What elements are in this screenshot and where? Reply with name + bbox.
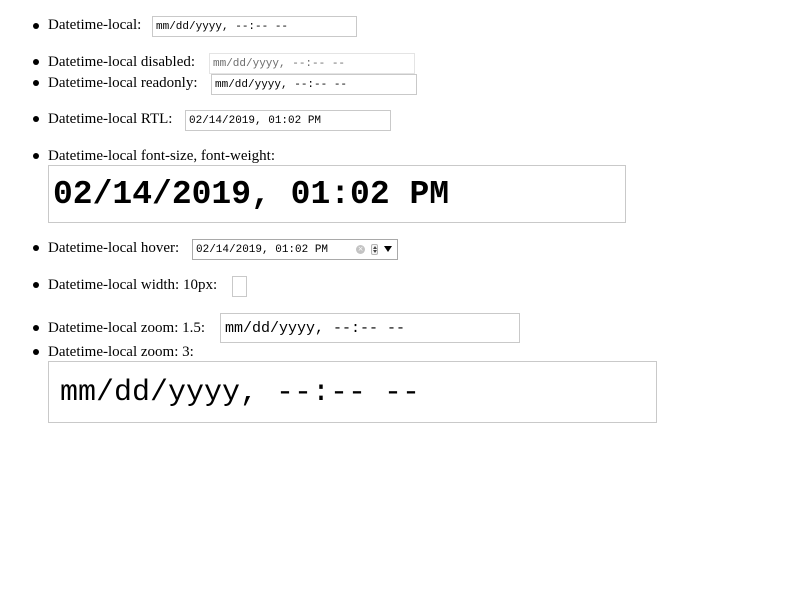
datetime-local-input[interactable]: mm/dd/yyyy, --:-- --: [152, 16, 357, 37]
datetime-local-readonly-value: mm/dd/yyyy, --:-- --: [215, 79, 348, 91]
datetime-local-rtl-input[interactable]: 02/14/2019, 01:02 PM: [185, 110, 391, 131]
spin-down-icon[interactable]: [373, 250, 377, 253]
bullet: [33, 282, 39, 288]
datetime-local-disabled-input: mm/dd/yyyy, --:-- --: [209, 53, 415, 74]
datetime-local-font-label: Datetime-local font-size, font-weight:: [48, 148, 275, 164]
bullet: [33, 59, 39, 65]
datetime-local-readonly-label: Datetime-local readonly:: [48, 75, 198, 91]
datetime-local-disabled-label: Datetime-local disabled:: [48, 54, 196, 70]
datetime-local-rtl-value: 02/14/2019, 01:02 PM: [189, 115, 322, 127]
bullet: [33, 349, 39, 355]
datetime-local-font-value: 02/14/2019, 01:02 PM: [53, 176, 450, 213]
datetime-local-zoom15-value: mm/dd/yyyy, --:-- --: [225, 320, 406, 337]
datetime-local-width-input[interactable]: [232, 276, 247, 297]
datetime-local-disabled-value: mm/dd/yyyy, --:-- --: [213, 58, 346, 70]
bullet: [33, 153, 39, 159]
bullet: [33, 325, 39, 331]
datetime-local-zoom3-value: mm/dd/yyyy, --:-- --: [60, 376, 421, 410]
datetime-local-label: Datetime-local:: [48, 17, 142, 33]
datetime-local-hover-label: Datetime-local hover:: [48, 240, 180, 256]
spin-up-icon[interactable]: [373, 246, 377, 249]
bullet: [33, 80, 39, 86]
datetime-local-zoom15-input[interactable]: mm/dd/yyyy, --:-- --: [220, 313, 520, 343]
datetime-local-font-input[interactable]: 02/14/2019, 01:02 PM: [48, 165, 626, 223]
bullet: [33, 116, 39, 122]
spin-button-icon[interactable]: [371, 244, 378, 255]
datetime-local-zoom3-label: Datetime-local zoom: 3:: [48, 344, 194, 360]
datetime-local-rtl-label: Datetime-local RTL:: [48, 111, 173, 127]
datetime-local-width-label: Datetime-local width: 10px:: [48, 277, 218, 293]
clear-icon[interactable]: ×: [356, 245, 365, 254]
dropdown-arrow-icon[interactable]: [384, 246, 392, 252]
datetime-local-value: mm/dd/yyyy, --:-- --: [156, 21, 289, 33]
datetime-local-hover-value: 02/14/2019, 01:02 PM: [196, 244, 329, 256]
datetime-local-readonly-input[interactable]: mm/dd/yyyy, --:-- --: [211, 74, 417, 95]
bullet: [33, 245, 39, 251]
bullet: [33, 23, 39, 29]
datetime-local-zoom15-label: Datetime-local zoom: 1.5:: [48, 320, 206, 336]
datetime-local-zoom3-input[interactable]: mm/dd/yyyy, --:-- --: [48, 361, 657, 423]
datetime-local-hover-input[interactable]: 02/14/2019, 01:02 PM ×: [192, 239, 398, 260]
